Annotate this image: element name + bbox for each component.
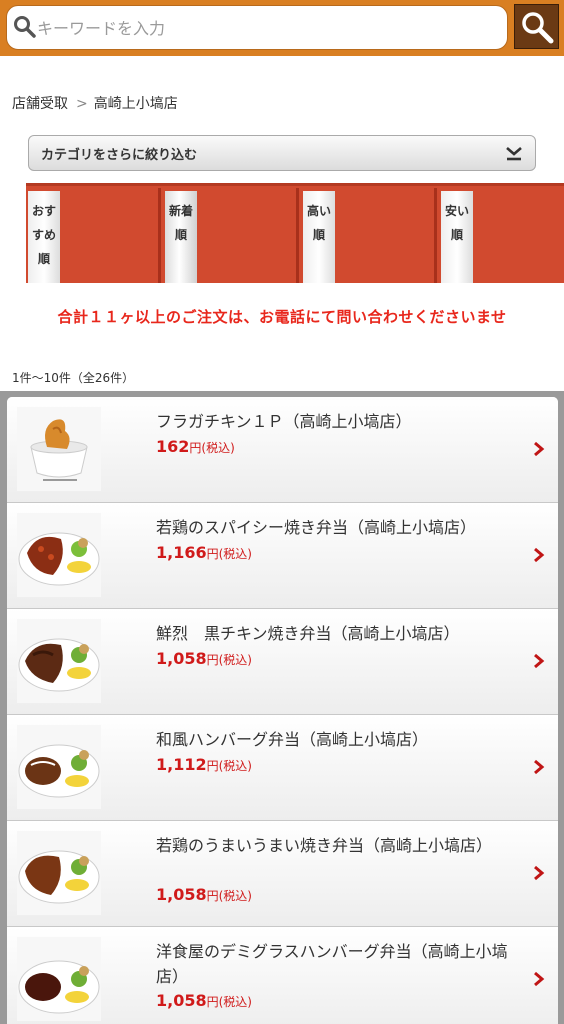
- product-item[interactable]: 鮮烈 黒チキン焼き弁当（高崎上小塙店） 1,058円(税込): [7, 609, 558, 715]
- search-icon: [522, 12, 554, 44]
- chevron-right-icon: [534, 971, 545, 987]
- price-tax: (税込): [218, 547, 252, 561]
- product-price: 1,058円(税込): [156, 991, 252, 1010]
- price-value: 1,058: [156, 649, 207, 668]
- product-price: 1,112円(税込): [156, 755, 252, 774]
- chevron-right-icon: [534, 547, 545, 563]
- sort-tab-line: 安い: [444, 204, 469, 218]
- sort-tab-line: すめ: [31, 228, 56, 242]
- sort-tab-line: 順: [37, 252, 50, 266]
- product-image-bento: [17, 725, 101, 809]
- sort-cell-recommended: おす すめ 順: [26, 188, 161, 283]
- price-tax: (税込): [218, 889, 252, 903]
- price-unit: 円: [189, 441, 202, 455]
- chevron-right-icon: [534, 759, 545, 775]
- product-name: 鮮烈 黒チキン焼き弁当（高崎上小塙店）: [156, 624, 460, 643]
- product-image-fried-chicken: [17, 407, 101, 491]
- sort-cell-price-high: 高い 順: [301, 188, 437, 283]
- chevron-right-icon: [534, 441, 545, 457]
- product-image-bento: [17, 937, 101, 1021]
- price-unit: 円: [206, 995, 219, 1009]
- product-item[interactable]: 若鶏のスパイシー焼き弁当（高崎上小塙店） 1,166円(税込): [7, 503, 558, 609]
- product-item[interactable]: 洋食屋のデミグラスハンバーグ弁当（高崎上小塙店） 1,058円(税込): [7, 927, 558, 1024]
- category-filter-label: カテゴリをさらに絞り込む: [41, 148, 198, 163]
- sort-tab-recommended[interactable]: おす すめ 順: [28, 191, 60, 283]
- product-price: 1,058円(税込): [156, 885, 252, 904]
- breadcrumb-root[interactable]: 店舗受取: [12, 96, 68, 112]
- category-filter-dropdown[interactable]: カテゴリをさらに絞り込む: [28, 135, 536, 171]
- product-price: 162円(税込): [156, 437, 235, 456]
- product-list: フラガチキン１Ｐ（高崎上小塙店） 162円(税込) 若鶏のスパイシー焼き弁当（高…: [7, 397, 558, 1024]
- product-item[interactable]: 若鶏のうまいうまい焼き弁当（高崎上小塙店） 1,058円(税込): [7, 821, 558, 927]
- sort-tab-line: 順: [312, 228, 325, 242]
- price-tax: (税込): [201, 441, 235, 455]
- price-unit: 円: [206, 759, 219, 773]
- sort-cell-price-low: 安い 順: [439, 188, 564, 283]
- sort-tab-price-low[interactable]: 安い 順: [441, 191, 473, 283]
- sort-tab-newest[interactable]: 新着 順: [165, 191, 197, 283]
- price-tax: (税込): [218, 759, 252, 773]
- sort-bar: おす すめ 順 新着 順 高い 順 安い 順: [26, 183, 564, 283]
- price-value: 1,058: [156, 991, 207, 1010]
- price-unit: 円: [206, 653, 219, 667]
- price-unit: 円: [206, 889, 219, 903]
- search-box[interactable]: [6, 5, 508, 50]
- header-bar: [0, 0, 564, 56]
- product-image-bento: [17, 619, 101, 703]
- product-item[interactable]: 和風ハンバーグ弁当（高崎上小塙店） 1,112円(税込): [7, 715, 558, 821]
- price-unit: 円: [206, 547, 219, 561]
- product-name: 洋食屋のデミグラスハンバーグ弁当（高崎上小塙店）: [156, 942, 508, 986]
- price-value: 1,166: [156, 543, 207, 562]
- sort-tab-line: おす: [31, 204, 56, 218]
- result-count: 1件～10件（全26件）: [12, 371, 135, 385]
- chevron-right-icon: [534, 865, 545, 881]
- product-name: 和風ハンバーグ弁当（高崎上小塙店）: [156, 730, 429, 749]
- product-name: フラガチキン１Ｐ（高崎上小塙店）: [156, 412, 412, 431]
- price-value: 1,112: [156, 755, 207, 774]
- search-input[interactable]: [37, 14, 497, 42]
- search-button[interactable]: [514, 4, 559, 49]
- breadcrumb-current: 高崎上小塙店: [93, 96, 178, 112]
- sort-cell-newest: 新着 順: [163, 188, 299, 283]
- price-tax: (税込): [218, 653, 252, 667]
- sort-tab-price-high[interactable]: 高い 順: [303, 191, 335, 283]
- product-name: 若鶏のうまいうまい焼き弁当（高崎上小塙店）: [156, 836, 493, 855]
- price-value: 162: [156, 437, 190, 456]
- breadcrumb-separator: >: [76, 96, 88, 112]
- product-item[interactable]: フラガチキン１Ｐ（高崎上小塙店） 162円(税込): [7, 397, 558, 503]
- product-name: 若鶏のスパイシー焼き弁当（高崎上小塙店）: [156, 518, 477, 537]
- sort-tab-line: 高い: [306, 204, 331, 218]
- price-value: 1,058: [156, 885, 207, 904]
- product-price: 1,166円(税込): [156, 543, 252, 562]
- product-price: 1,058円(税込): [156, 649, 252, 668]
- sort-tab-line: 新着: [168, 204, 193, 218]
- chevron-down-icon: [506, 147, 522, 161]
- product-image-bento: [17, 513, 101, 597]
- sort-tab-line: 順: [450, 228, 463, 242]
- product-image-bento: [17, 831, 101, 915]
- sort-tab-line: 順: [174, 228, 187, 242]
- order-notice: 合計１１ヶ以上のご注文は、お電話にて問い合わせくださいませ: [57, 308, 507, 326]
- price-tax: (税込): [218, 995, 252, 1009]
- chevron-right-icon: [534, 653, 545, 669]
- search-icon: [14, 16, 36, 38]
- product-list-frame: フラガチキン１Ｐ（高崎上小塙店） 162円(税込) 若鶏のスパイシー焼き弁当（高…: [0, 391, 564, 1024]
- breadcrumb: 店舗受取 > 高崎上小塙店: [12, 93, 178, 113]
